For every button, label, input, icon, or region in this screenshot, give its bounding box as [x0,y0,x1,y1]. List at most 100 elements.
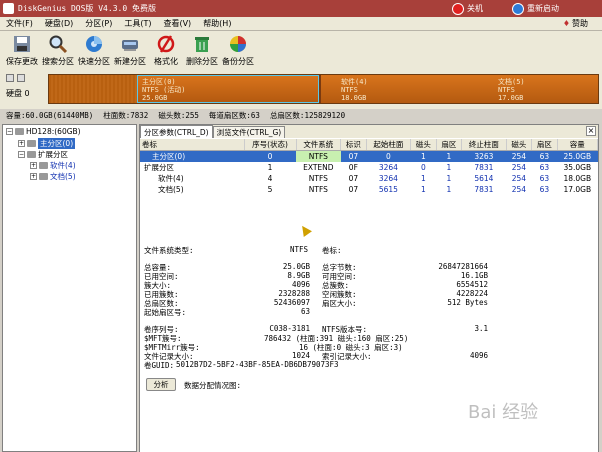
row-id: 07 [348,174,359,183]
backup-icon [230,36,246,52]
menu-file[interactable]: 文件(F) [0,18,39,29]
col-start-cyl[interactable]: 起始柱面 [366,139,412,151]
row-capacity: 25.0GB [557,150,598,162]
tree-soft-partition[interactable]: + 软件(4) [30,160,76,171]
table-row[interactable]: 主分区(0) 0 NTFS 07 0 1 1 3263 254 63 25.0G… [140,150,598,162]
format-button[interactable]: 格式化 [148,31,184,69]
doc-seg-name: 文档(5) [498,78,525,86]
col-end-head[interactable]: 磁头 [506,139,533,151]
table-row[interactable]: 软件(4) 4 NTFS 07 3264 1 1 5614 254 63 18.… [140,173,598,184]
main-seg-fs: NTFS (活动) [142,86,186,94]
tab-browse-files[interactable]: 浏览文件(CTRL_G) [212,126,286,138]
detail-value: 52436097 [273,298,310,307]
detail-value: 16.1GB [460,271,488,280]
row-index: 1 [267,163,273,172]
prev-disk-button[interactable] [6,74,14,82]
save-changes-button[interactable]: 保存更改 [4,31,40,69]
reboot-button[interactable]: 重新启动 [512,1,559,16]
row-index: 0 [244,150,297,162]
analyze-button[interactable]: 分析 [146,378,176,391]
magnifier-icon [49,35,68,54]
menu-tools[interactable]: 工具(T) [118,18,157,29]
disk-tree: − HD128:(60GB) + 主分区(0) − 扩展分区 + 软件(4) +… [2,124,137,452]
fs-type-value: NTFS [290,245,309,254]
tree-disk[interactable]: − HD128:(60GB) [6,127,81,136]
disk-fast-icon [86,36,102,52]
tab-partition-params[interactable]: 分区参数(CTRL_D) [140,125,213,138]
menu-view[interactable]: 查看(V) [157,18,197,29]
doc-seg-fs: NTFS [498,86,515,94]
backup-partition-button[interactable]: 备份分区 [220,31,256,69]
menu-help[interactable]: 帮助(H) [197,18,237,29]
close-icon[interactable]: × [586,126,596,136]
disk-map: 硬盘 0 主分区(0) NTFS (活动) 25.0GB 软件(4) NTFS … [0,69,602,109]
row-start-head: 0 [421,163,426,172]
tab-strip: 分区参数(CTRL_D) 浏览文件(CTRL_G) × [140,125,598,138]
allocation-chart-label: 数据分配情况图: [184,381,242,390]
col-start-sector[interactable]: 扇区 [436,139,463,151]
shutdown-button[interactable]: 关机 [452,1,483,16]
col-fs[interactable]: 文件系统 [296,139,342,151]
guid-label: 卷GUID: [144,361,175,370]
detail-value: 26847281664 [438,262,488,271]
tree-disk-label: HD128:(60GB) [26,127,81,136]
col-end-cyl[interactable]: 终止柱面 [461,139,507,151]
donate-link[interactable]: ♦ 赞助 [563,18,588,29]
menu-bar: 文件(F) 硬盘(D) 分区(P) 工具(T) 查看(V) 帮助(H) ♦ 赞助 [0,17,602,31]
row-capacity: 18.0GB [563,174,592,183]
expand-icon[interactable]: + [30,162,37,169]
next-disk-button[interactable] [17,74,25,82]
row-id: 07 [340,150,367,162]
collapse-icon[interactable]: − [6,128,13,135]
expand-icon[interactable]: + [18,140,25,147]
col-end-sector[interactable]: 扇区 [531,139,558,151]
row-start-cyl: 3264 [378,163,398,172]
disk-cylinders: 柱面数:7832 [103,111,149,120]
delete-partition-button[interactable]: 删除分区 [184,31,220,69]
hard-disk-icon [15,128,24,135]
quick-partition-label: 快速分区 [78,57,110,66]
quick-partition-button[interactable]: 快速分区 [76,31,112,69]
search-partition-button[interactable]: 搜索分区 [40,31,76,69]
doc-partition-segment[interactable]: 文档(5) NTFS 17.0GB [498,78,525,103]
row-end-sector: 63 [531,150,558,162]
col-capacity[interactable]: 容量 [557,139,599,151]
col-volume[interactable]: 卷标 [140,139,245,151]
soft-partition-segment[interactable]: 软件(4) NTFS 18.0GB [341,78,368,103]
app-icon [3,3,14,14]
col-start-head[interactable]: 磁头 [410,139,437,151]
tree-extended-partition[interactable]: − 扩展分区 [18,149,68,160]
row-start-sector: 1 [446,163,452,172]
table-header: 卷标 序号(状态) 文件系统 标识 起始柱面 磁头 扇区 终止柱面 磁头 扇区 … [140,139,599,151]
detail-value: 6554512 [456,280,488,289]
collapse-icon[interactable]: − [18,151,25,158]
tree-doc-partition[interactable]: + 文档(5) [30,171,76,182]
row-fs: EXTEND [303,163,334,172]
reboot-label: 重新启动 [527,4,559,13]
unallocated-segment[interactable] [49,75,137,103]
row-start-head: 1 [410,150,437,162]
index-size-value: 4096 [469,351,488,360]
record-size-value: 1024 [291,351,310,360]
main-partition-segment[interactable]: 主分区(0) NTFS (活动) 25.0GB [137,75,319,103]
detail-label: 起始扇区号: [144,308,187,317]
doc-seg-size: 17.0GB [498,94,524,102]
tree-main-label: 主分区(0) [38,138,76,149]
expand-icon[interactable]: + [30,173,37,180]
table-row[interactable]: 扩展分区 1 EXTEND 0F 3264 0 1 7831 254 63 35… [140,162,598,173]
toolbar: 保存更改 搜索分区 快速分区 新建分区 格式化 删除分区 备份分区 [0,31,602,69]
delete-partition-label: 删除分区 [186,57,218,66]
backup-partition-label: 备份分区 [222,57,254,66]
heart-icon: ♦ [562,19,570,28]
table-row[interactable]: 文档(5) 5 NTFS 07 5615 1 1 7831 254 63 17.… [140,184,598,195]
window-title: DiskGenius DOS版 V4.3.0 免费版 [18,4,156,13]
detail-value: 8.9GB [287,271,310,280]
menu-partition[interactable]: 分区(P) [79,18,118,29]
tree-main-partition[interactable]: + 主分区(0) [18,138,76,149]
guid-value: 5012B7D2-5BF2-43BF-85EA-DB6DB79073F3 [176,360,339,369]
col-index[interactable]: 序号(状态) [244,139,297,151]
col-id[interactable]: 标识 [340,139,367,151]
new-partition-button[interactable]: 新建分区 [112,31,148,69]
menu-disk[interactable]: 硬盘(D) [39,18,79,29]
ntfs-version-value: 3.1 [474,324,488,333]
